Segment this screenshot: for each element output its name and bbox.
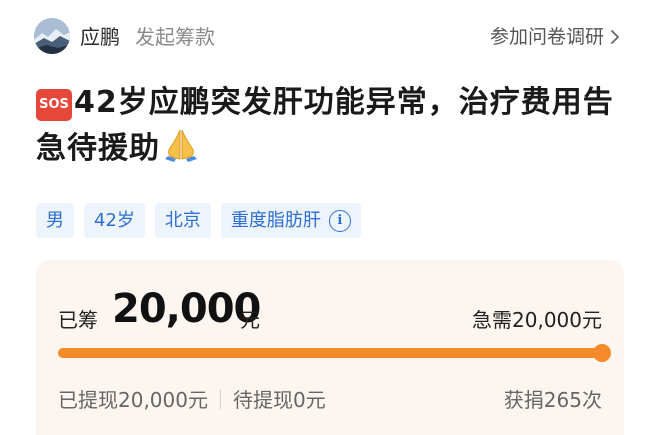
tag-gender: 男 <box>36 203 74 238</box>
organizer-header: 应鹏 发起筹款 参加问卷调研 <box>0 0 660 76</box>
organizer-role: 发起筹款 <box>135 25 215 49</box>
campaign-title-text: 42岁应鹏突发肝功能异常，治疗费用告急待援助 <box>36 85 614 166</box>
tag-label: 男 <box>46 210 64 231</box>
progress-fill <box>58 348 602 358</box>
tag-diagnosis[interactable]: 重度脂肪肝 i <box>220 203 361 238</box>
withdraw-stats: 已提现20,000元 待提现0元 <box>58 384 326 413</box>
progress-knob <box>593 344 611 362</box>
campaign-title: SOS 42岁应鹏突发肝功能异常，治疗费用告急待援助 <box>36 80 636 172</box>
organizer-name[interactable]: 应鹏 <box>80 24 120 50</box>
tag-label: 北京 <box>164 210 201 231</box>
raised-unit: 元 <box>240 308 260 332</box>
patient-tags: 男 42岁 北京 重度脂肪肝 i <box>36 203 361 238</box>
raised-amount: 20,000 <box>112 286 261 332</box>
withdrawn-amount: 已提现20,000元 <box>58 388 208 412</box>
chevron-right-icon <box>611 30 619 44</box>
survey-link-label: 参加问卷调研 <box>489 26 604 48</box>
tag-label: 重度脂肪肝 <box>230 210 321 231</box>
progress-bar <box>58 344 611 362</box>
pending-amount: 待提现0元 <box>232 388 326 412</box>
stats-divider <box>219 388 221 409</box>
mountain-landscape-avatar <box>34 18 70 54</box>
sos-icon: SOS <box>36 89 72 121</box>
fundraising-card: 已筹 20,000 元 急需20,000元 已提现20,000元 待提现0元 获… <box>36 260 624 435</box>
praying-hands-icon <box>165 129 197 162</box>
tag-label: 42岁 <box>94 210 135 231</box>
tag-location: 北京 <box>154 203 211 238</box>
raised-label: 已筹 <box>58 308 98 332</box>
goal-amount: 急需20,000元 <box>472 308 602 332</box>
tag-age: 42岁 <box>84 203 145 238</box>
survey-link[interactable]: 参加问卷调研 <box>490 24 620 50</box>
info-icon[interactable]: i <box>328 209 351 232</box>
donation-count: 获捐265次 <box>503 388 602 412</box>
avatar[interactable] <box>34 18 70 54</box>
